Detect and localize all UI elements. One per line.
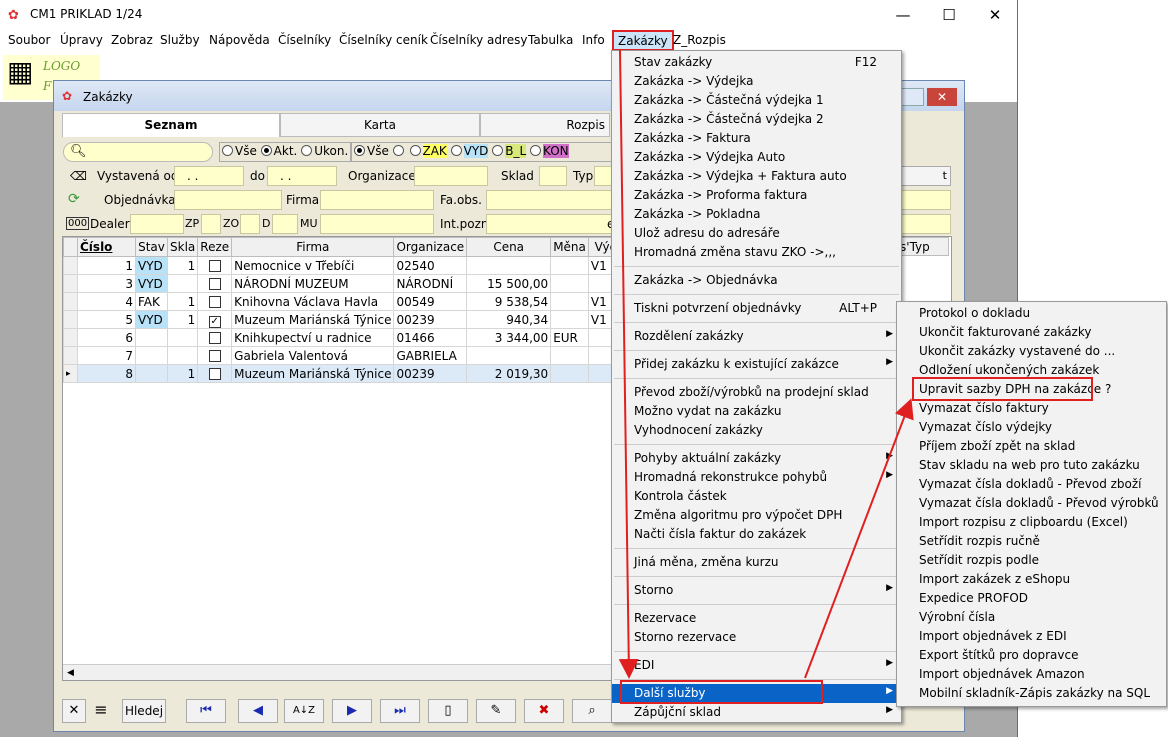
- arrow-menu-to-dalsi: [618, 49, 639, 679]
- arrow-dalsi-to-upravit: [804, 398, 914, 679]
- annotation-arrows: [618, 49, 914, 679]
